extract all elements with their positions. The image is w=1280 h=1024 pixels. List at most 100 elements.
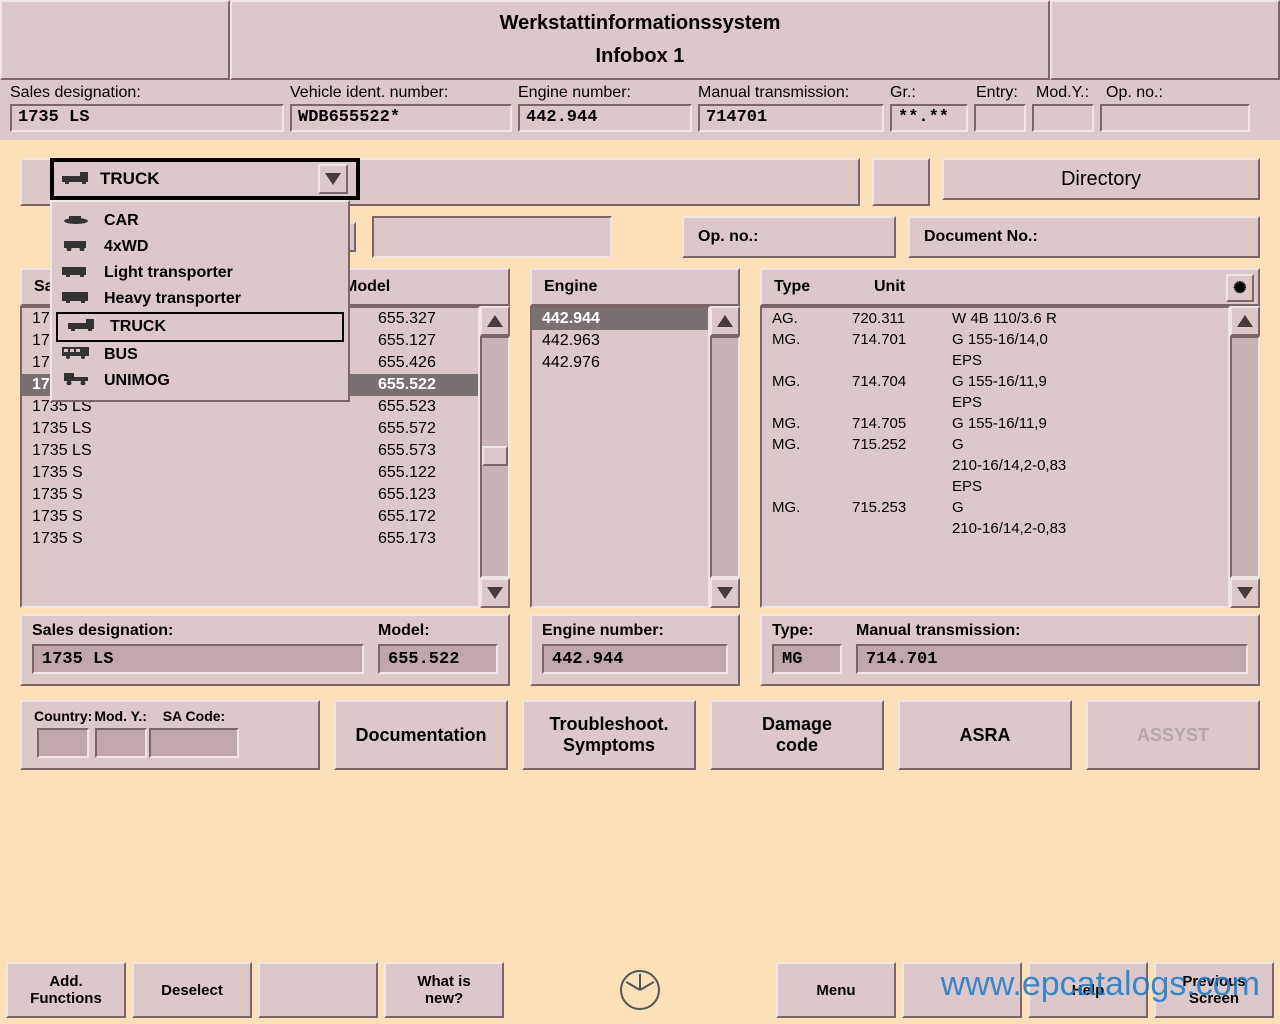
top-tab-left[interactable]: [0, 0, 230, 80]
blank-button-1[interactable]: [258, 962, 378, 1018]
help-button[interactable]: Help: [1028, 962, 1148, 1018]
dd-item-bus[interactable]: BUS: [52, 342, 348, 368]
dd-item-unimog[interactable]: UNIMOG: [52, 368, 348, 394]
input-entry[interactable]: [974, 104, 1026, 132]
list-item[interactable]: MG.714.705G 155-16/11,9: [762, 413, 1228, 434]
list-item[interactable]: 442.944: [532, 308, 708, 330]
spacer-btn[interactable]: [872, 158, 930, 206]
documentation-button[interactable]: Documentation: [334, 700, 508, 770]
opno-box[interactable]: Op. no.:: [682, 216, 896, 258]
list-item[interactable]: MG.715.253G: [762, 497, 1228, 518]
mody-input[interactable]: [95, 728, 147, 758]
header-fields: Sales designation: Vehicle ident. number…: [0, 80, 1280, 140]
vehicle-type-dropdown[interactable]: TRUCK: [50, 158, 360, 200]
scroll-down-icon[interactable]: [1230, 578, 1260, 608]
title-line2: Infobox 1: [596, 45, 685, 68]
scrollbar-track[interactable]: [1230, 336, 1260, 578]
list-item[interactable]: 210-16/14,2-0,83: [762, 518, 1228, 539]
sel-sales-value[interactable]: 1735 LS: [32, 644, 364, 674]
dd-item-4wd[interactable]: 4xWD: [52, 234, 348, 260]
list-item[interactable]: MG.714.704G 155-16/11,9: [762, 371, 1228, 392]
list-item[interactable]: 1735 LS655.572: [22, 418, 478, 440]
list-item[interactable]: 1735 S655.122: [22, 462, 478, 484]
scroll-down-icon[interactable]: [710, 578, 740, 608]
list-item[interactable]: 1735 S655.123: [22, 484, 478, 506]
label-mody: Mod.Y.:: [1036, 84, 1106, 102]
list-item[interactable]: EPS: [762, 350, 1228, 371]
list-item[interactable]: 442.976: [532, 352, 708, 374]
label-opno: Op. no.:: [1106, 84, 1163, 102]
truck-icon: [62, 169, 90, 189]
list-item[interactable]: MG.715.252G: [762, 434, 1228, 455]
engine-list[interactable]: 442.944442.963442.976: [530, 306, 710, 608]
list-item[interactable]: MG.714.701G 155-16/14,0: [762, 329, 1228, 350]
input-mody[interactable]: [1032, 104, 1094, 132]
dd-item-heavy[interactable]: Heavy transporter: [52, 286, 348, 312]
list-item[interactable]: EPS: [762, 476, 1228, 497]
list-item[interactable]: EPS: [762, 392, 1228, 413]
scrollbar-thumb[interactable]: [482, 446, 508, 466]
troubleshoot-button[interactable]: Troubleshoot.Symptoms: [522, 700, 696, 770]
col-engine: Engine: [544, 278, 597, 296]
scrollbar-track[interactable]: [710, 336, 740, 578]
list-item[interactable]: 210-16/14,2-0,83: [762, 455, 1228, 476]
list-item[interactable]: 1735 S655.172: [22, 506, 478, 528]
scroll-up-icon[interactable]: [1230, 306, 1260, 336]
input-opno[interactable]: [1100, 104, 1250, 132]
sel-type-value[interactable]: MG: [772, 644, 842, 674]
sel-model-label: Model:: [378, 622, 498, 640]
asra-button[interactable]: ASRA: [898, 700, 1072, 770]
country-input[interactable]: [37, 728, 89, 758]
sel-type-label: Type:: [772, 622, 842, 640]
directory-button[interactable]: Directory: [942, 158, 1260, 200]
label-trans: Manual transmission:: [698, 84, 890, 102]
docno-box[interactable]: Document No.:: [908, 216, 1260, 258]
damage-code-button[interactable]: Damagecode: [710, 700, 884, 770]
menu-button[interactable]: Menu: [776, 962, 896, 1018]
type-list[interactable]: AG.720.311W 4B 110/3.6 RMG.714.701G 155-…: [760, 306, 1230, 608]
truck-icon: [68, 318, 96, 336]
label-engine: Engine number:: [518, 84, 698, 102]
sel-engine-value[interactable]: 442.944: [542, 644, 728, 674]
deselect-button[interactable]: Deselect: [132, 962, 252, 1018]
sel-sales-label: Sales designation:: [32, 622, 364, 640]
dd-item-light[interactable]: Light transporter: [52, 260, 348, 286]
scroll-down-icon[interactable]: [480, 578, 510, 608]
chevron-down-icon[interactable]: [318, 164, 348, 194]
jeep-icon: [62, 238, 90, 256]
dd-item-truck[interactable]: TRUCK: [56, 312, 344, 342]
car-icon: [62, 212, 90, 230]
country-box: Country: Mod. Y.: SA Code:: [20, 700, 320, 770]
van-icon: [62, 264, 90, 282]
dd-item-car[interactable]: CAR: [52, 208, 348, 234]
blank-button-2[interactable]: [902, 962, 1022, 1018]
scroll-up-icon[interactable]: [710, 306, 740, 336]
scrollbar-track[interactable]: [480, 336, 510, 578]
input-sales[interactable]: 1735 LS: [10, 104, 284, 132]
engine-panel-header: Engine: [530, 268, 740, 306]
list-item[interactable]: 442.963: [532, 330, 708, 352]
list-item[interactable]: 1735 S655.173: [22, 528, 478, 550]
vehicle-type-list: CAR 4xWD Light transporter Heavy transpo…: [50, 200, 350, 402]
input-gr[interactable]: **.**: [890, 104, 968, 132]
input-engine[interactable]: 442.944: [518, 104, 692, 132]
input-vin[interactable]: WDB655522*: [290, 104, 512, 132]
previous-screen-button[interactable]: PreviousScreen: [1154, 962, 1274, 1018]
add-functions-button[interactable]: Add.Functions: [6, 962, 126, 1018]
top-tab-right[interactable]: [1050, 0, 1280, 80]
app-title: Werkstattinformationssystem Infobox 1: [230, 0, 1050, 80]
list-item[interactable]: AG.720.311W 4B 110/3.6 R: [762, 308, 1228, 329]
field-unknown[interactable]: [372, 216, 612, 258]
gear-icon[interactable]: ✺: [1226, 274, 1254, 302]
label-sales: Sales designation:: [10, 84, 290, 102]
sacode-input[interactable]: [149, 728, 239, 758]
list-item[interactable]: 1735 LS655.573: [22, 440, 478, 462]
sel-model-value[interactable]: 655.522: [378, 644, 498, 674]
col-unit: Unit: [874, 278, 905, 296]
dropdown-selected: TRUCK: [100, 169, 160, 189]
sel-trans-value[interactable]: 714.701: [856, 644, 1248, 674]
sel-engine-label: Engine number:: [542, 622, 728, 640]
input-trans[interactable]: 714701: [698, 104, 884, 132]
whats-new-button[interactable]: What isnew?: [384, 962, 504, 1018]
scroll-up-icon[interactable]: [480, 306, 510, 336]
